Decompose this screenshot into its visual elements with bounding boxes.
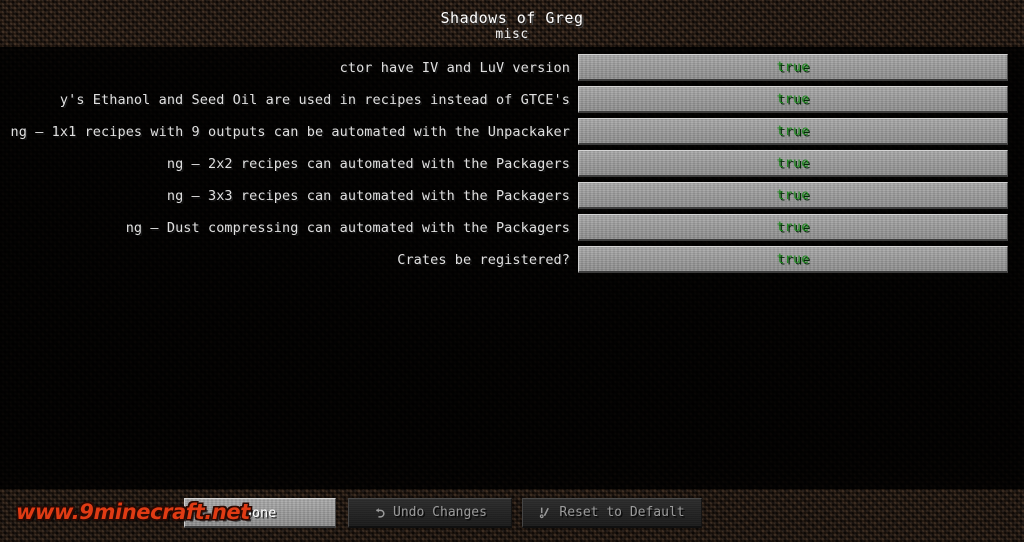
reset-icon [539,506,552,519]
config-row-label: ctor have IV and LuV version [0,60,570,76]
config-value-toggle-button[interactable]: true [578,118,1008,145]
done-button[interactable]: Done [184,498,336,528]
done-button-label: Done [243,504,277,521]
undo-changes-button[interactable]: Undo Changes [348,498,512,528]
config-value-toggle-button[interactable]: true [578,246,1008,273]
config-row: Crates be registered? true [0,245,1024,275]
config-row-label: ng – 1x1 recipes with 9 outputs can be a… [0,124,570,140]
config-row-label-text: ng – 2x2 recipes can automated with the … [166,156,570,172]
config-row-label: ng – 3x3 recipes can automated with the … [0,188,570,204]
config-row-label: ng – 2x2 recipes can automated with the … [0,156,570,172]
config-value-label: true [776,123,810,139]
config-row: ng – 3x3 recipes can automated with the … [0,181,1024,211]
config-value-toggle-button[interactable]: true [578,182,1008,209]
config-value-label: true [776,155,810,171]
config-row-label: ng – Dust compressing can automated with… [0,220,570,236]
screen-footer: Done Undo Changes Reset to Default [0,489,1024,542]
config-value-toggle-button[interactable]: true [578,54,1008,81]
config-value-toggle-button[interactable]: true [578,214,1008,241]
config-value-label: true [776,219,810,235]
reset-to-default-button[interactable]: Reset to Default [522,498,702,528]
screen-header: Shadows of Greg misc [0,0,1024,47]
undo-arrow-icon [373,506,386,519]
undo-changes-label: Undo Changes [393,505,487,520]
page-title: Shadows of Greg [440,9,584,27]
config-value-label: true [776,251,810,267]
config-row-label-text: ng – 1x1 recipes with 9 outputs can be a… [10,124,570,140]
config-row: y's Ethanol and Seed Oil are used in rec… [0,85,1024,115]
page-subtitle: misc [495,27,529,42]
config-row-label: y's Ethanol and Seed Oil are used in rec… [0,92,570,108]
config-row: ctor have IV and LuV version true [0,53,1024,83]
config-row-label: Crates be registered? [0,252,570,268]
config-value-toggle-button[interactable]: true [578,86,1008,113]
config-row-label-text: ng – Dust compressing can automated with… [125,220,570,236]
config-value-toggle-button[interactable]: true [578,150,1008,177]
config-row: ng – 1x1 recipes with 9 outputs can be a… [0,117,1024,147]
minecraft-config-screen: Shadows of Greg misc ctor have IV and Lu… [0,0,1024,542]
footer-shade [0,489,1024,542]
config-row-label-text: ng – 3x3 recipes can automated with the … [166,188,570,204]
config-row-label-text: ctor have IV and LuV version [339,60,570,76]
config-value-label: true [776,59,810,75]
config-row-label-text: Crates be registered? [397,252,570,268]
config-list: ctor have IV and LuV version true y's Etha… [0,47,1024,489]
config-row: ng – Dust compressing can automated with… [0,213,1024,243]
config-value-label: true [776,187,810,203]
config-value-label: true [776,91,810,107]
config-row-label-text: y's Ethanol and Seed Oil are used in rec… [59,92,570,108]
reset-to-default-label: Reset to Default [559,505,685,520]
config-row: ng – 2x2 recipes can automated with the … [0,149,1024,179]
